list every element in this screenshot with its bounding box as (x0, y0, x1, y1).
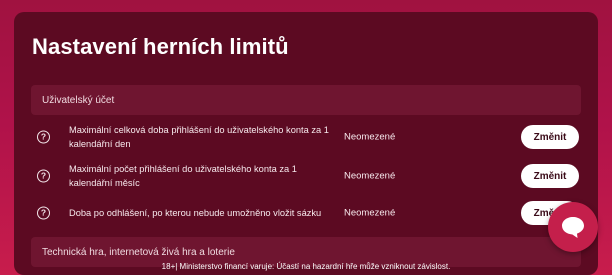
page-title: Nastavení herních limitů (32, 34, 289, 59)
limit-label: Maximální počet přihlášení do uživatelsk… (69, 164, 297, 188)
limit-row-bet-cooldown: ? Doba po odhlášení, po kterou nebude um… (31, 195, 581, 231)
limits-panel: Nastavení herních limitů Uživatelský úče… (14, 12, 598, 275)
section-header-label: Technická hra, internetová živá hra a lo… (42, 246, 235, 258)
limit-label: Doba po odhlášení, po kterou nebude umož… (69, 208, 322, 218)
limit-row-monthly-login-count: ? Maximální počet přihlášení do uživatel… (31, 158, 581, 194)
limit-label: Maximální celková doba přihlášení do uži… (69, 125, 329, 149)
chat-button[interactable] (548, 202, 598, 252)
limit-value: Neomezené (344, 131, 396, 143)
change-button[interactable]: Změnit (521, 125, 579, 149)
limit-row-daily-login-time: ? Maximální celková doba přihlášení do u… (31, 119, 581, 155)
section-header-user-account: Uživatelský účet (31, 85, 581, 115)
question-circle-icon[interactable]: ? (37, 206, 50, 220)
limit-value: Neomezené (344, 170, 396, 182)
question-circle-icon[interactable]: ? (37, 169, 50, 183)
limit-value: Neomezené (344, 207, 396, 219)
chat-bubble-icon (562, 217, 584, 238)
change-button[interactable]: Změnit (521, 164, 579, 188)
question-circle-icon[interactable]: ? (37, 130, 50, 144)
section-header-label: Uživatelský účet (42, 94, 115, 106)
gambling-warning: 18+| Ministerstvo financí varuje: Účastí… (161, 262, 451, 271)
